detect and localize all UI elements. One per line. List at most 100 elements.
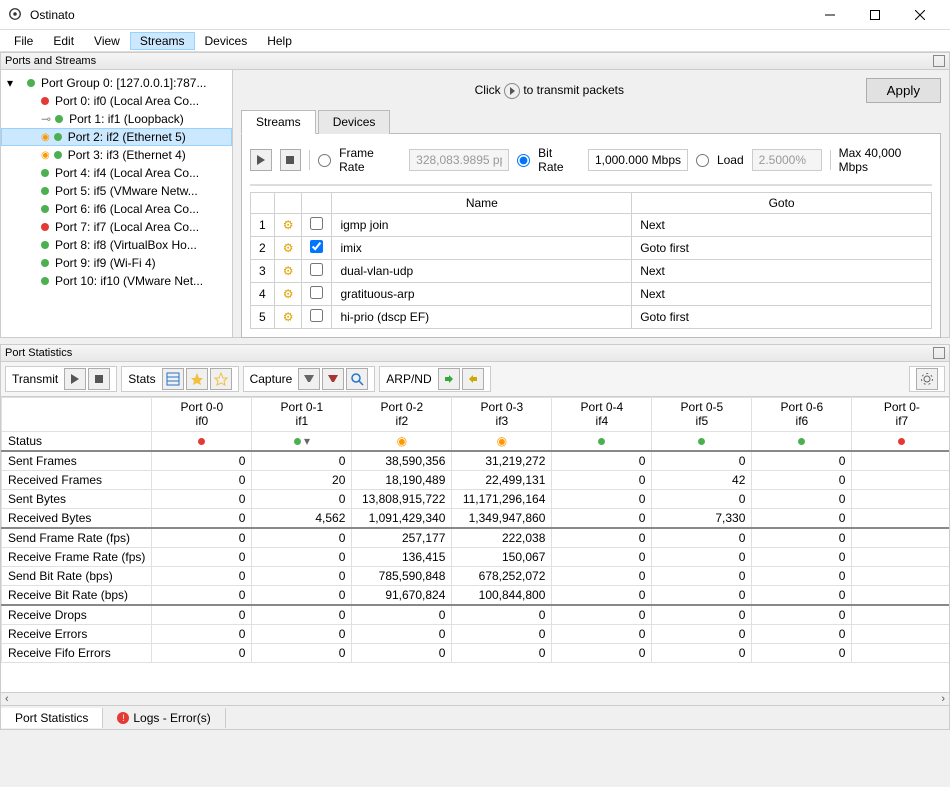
stream-enable-checkbox[interactable] (310, 240, 323, 253)
menu-devices[interactable]: Devices (195, 32, 258, 50)
menu-help[interactable]: Help (257, 32, 302, 50)
status-dot-icon (41, 97, 49, 105)
stats-settings-button[interactable] (916, 368, 938, 390)
gear-icon[interactable]: ⚙ (274, 306, 302, 329)
port-row-0[interactable]: Port 0: if0 (Local Area Co... (1, 92, 232, 110)
maximize-button[interactable] (852, 0, 897, 30)
port-row-5[interactable]: Port 5: if5 (VMware Netw... (1, 182, 232, 200)
stream-row[interactable]: 1⚙igmp joinNext (251, 214, 932, 237)
port-row-3[interactable]: ◉Port 3: if3 (Ethernet 4) (1, 146, 232, 164)
transmit-play-button[interactable] (64, 368, 86, 390)
bottom-tab-logs[interactable]: ! Logs - Error(s) (103, 708, 225, 728)
stats-col-header: Port 0-4if4 (552, 398, 652, 432)
apply-button[interactable]: Apply (866, 78, 941, 103)
menu-file[interactable]: File (4, 32, 43, 50)
stats-view-button[interactable] (162, 368, 184, 390)
toolbar-transmit-label: Transmit (12, 372, 58, 386)
stats-col-header: Port 0-6if6 (752, 398, 852, 432)
port-row-8[interactable]: Port 8: if8 (VirtualBox Ho... (1, 236, 232, 254)
port-row-9[interactable]: Port 9: if9 (Wi-Fi 4) (1, 254, 232, 272)
port-row-10[interactable]: Port 10: if10 (VMware Net... (1, 272, 232, 290)
stream-table: NameGoto1⚙igmp joinNext2⚙imixGoto first3… (250, 192, 932, 329)
undock-stats-icon[interactable] (933, 347, 945, 359)
frame-rate-label: Frame Rate (339, 146, 401, 174)
transmit-stop-button[interactable] (88, 368, 110, 390)
port-row-2[interactable]: ◉Port 2: if2 (Ethernet 5) (1, 128, 232, 146)
stop-button[interactable] (280, 149, 302, 171)
toolbar-capture-label: Capture (250, 372, 293, 386)
capture-stop-button[interactable] (322, 368, 344, 390)
port-row-7[interactable]: Port 7: if7 (Local Area Co... (1, 218, 232, 236)
stats-row-header: Receive Fifo Errors (2, 643, 152, 662)
load-input[interactable] (752, 149, 822, 171)
capture-start-button[interactable] (298, 368, 320, 390)
load-radio[interactable] (696, 154, 709, 167)
stream-row[interactable]: 5⚙hi-prio (dscp EF)Goto first (251, 306, 932, 329)
stream-enable-checkbox[interactable] (310, 286, 323, 299)
stats-col-header: Port 0-0if0 (152, 398, 252, 432)
port-row-6[interactable]: Port 6: if6 (Local Area Co... (1, 200, 232, 218)
stats-row-header: Sent Bytes (2, 489, 152, 508)
status-dot-icon (41, 259, 49, 267)
stats-row-header: Receive Errors (2, 624, 152, 643)
stats-grid: Port 0-0if0Port 0-1if1Port 0-2if2Port 0-… (1, 397, 950, 663)
port-stats-header: Port Statistics (5, 347, 72, 359)
menu-edit[interactable]: Edit (43, 32, 84, 50)
scroll-left-icon[interactable]: ‹ (5, 693, 9, 705)
stream-row[interactable]: 2⚙imixGoto first (251, 237, 932, 260)
tab-devices[interactable]: Devices (318, 110, 391, 134)
stats-row-header: Send Bit Rate (bps) (2, 566, 152, 585)
ports-streams-header: Ports and Streams (5, 55, 96, 67)
stream-enable-checkbox[interactable] (310, 217, 323, 230)
chevron-down-icon[interactable]: ▾ (7, 76, 19, 90)
minimize-button[interactable] (807, 0, 852, 30)
stats-row-header: Receive Frame Rate (fps) (2, 547, 152, 566)
play-hint-icon (504, 83, 520, 99)
arp-resolve-button[interactable] (438, 368, 460, 390)
status-dot-icon (41, 169, 49, 177)
frame-rate-input[interactable] (409, 149, 509, 171)
menu-view[interactable]: View (84, 32, 130, 50)
port-row-1[interactable]: ⊸Port 1: if1 (Loopback) (1, 110, 232, 128)
stream-row[interactable]: 3⚙dual-vlan-udpNext (251, 260, 932, 283)
stats-col-header: Port 0-2if2 (352, 398, 452, 432)
radio-icon: ◉ (41, 150, 50, 161)
toolbar-arpnd-label: ARP/ND (386, 372, 431, 386)
scroll-right-icon[interactable]: › (941, 693, 945, 705)
stats-row-header: Receive Drops (2, 605, 152, 625)
tab-streams[interactable]: Streams (241, 110, 316, 134)
stream-row[interactable]: 4⚙gratituous-arpNext (251, 283, 932, 306)
bit-rate-radio[interactable] (517, 154, 530, 167)
play-button[interactable] (250, 149, 272, 171)
error-icon: ! (117, 712, 129, 724)
frame-rate-radio[interactable] (318, 154, 331, 167)
stats-row-header: Status (2, 431, 152, 451)
status-dot-icon (54, 133, 62, 141)
bottom-tab-stats[interactable]: Port Statistics (1, 708, 103, 728)
stats-clear-button[interactable] (186, 368, 208, 390)
load-label: Load (717, 153, 744, 167)
stream-enable-checkbox[interactable] (310, 263, 323, 276)
stats-clearall-button[interactable] (210, 368, 232, 390)
status-dot-icon (27, 79, 35, 87)
arp-clear-button[interactable] (462, 368, 484, 390)
status-dot-icon (41, 205, 49, 213)
status-dot-icon (41, 241, 49, 249)
capture-view-button[interactable] (346, 368, 368, 390)
stats-row-header: Send Frame Rate (fps) (2, 528, 152, 548)
undock-icon[interactable] (933, 55, 945, 67)
gear-icon[interactable]: ⚙ (274, 237, 302, 260)
app-icon (8, 7, 24, 23)
bit-rate-input[interactable] (588, 149, 688, 171)
menu-streams[interactable]: Streams (130, 32, 195, 50)
port-row-4[interactable]: Port 4: if4 (Local Area Co... (1, 164, 232, 182)
stats-row-header: Receive Bit Rate (bps) (2, 585, 152, 605)
gear-icon[interactable]: ⚙ (274, 283, 302, 306)
gear-icon[interactable]: ⚙ (274, 214, 302, 237)
status-dot-icon (55, 115, 63, 123)
close-button[interactable] (897, 0, 942, 30)
gear-icon[interactable]: ⚙ (274, 260, 302, 283)
stream-enable-checkbox[interactable] (310, 309, 323, 322)
status-dot-icon (41, 187, 49, 195)
port-group-row[interactable]: ▾Port Group 0: [127.0.0.1]:787... (1, 74, 232, 92)
